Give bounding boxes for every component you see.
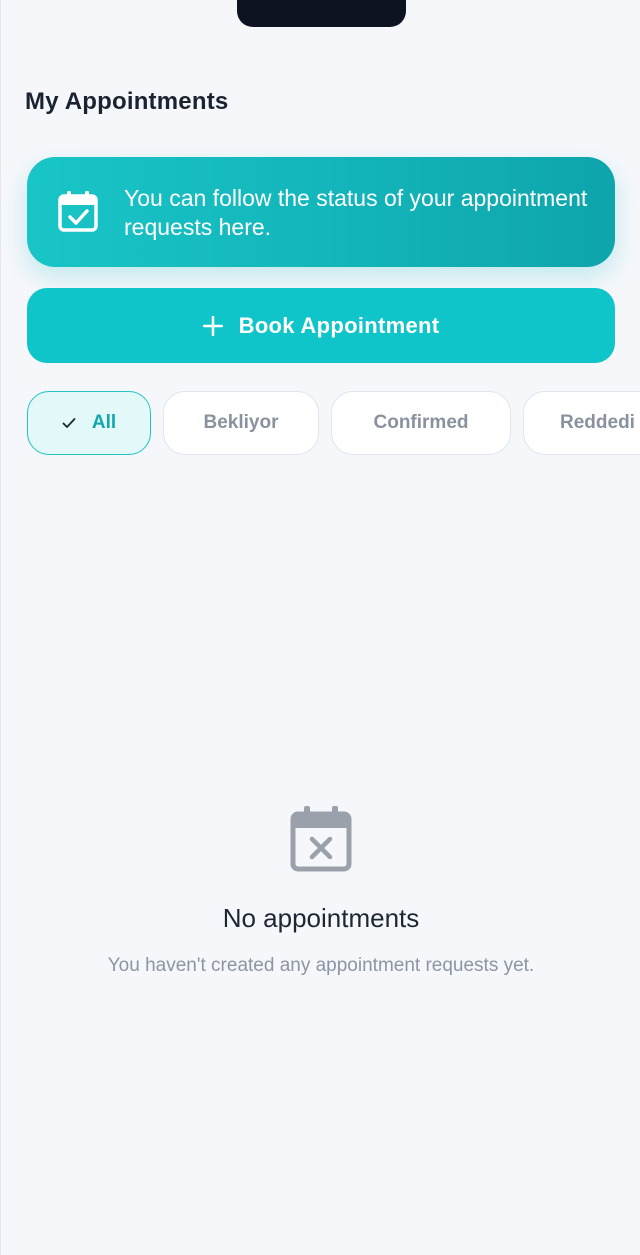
- calendar-x-icon: [290, 806, 352, 872]
- book-appointment-label: Book Appointment: [238, 312, 440, 338]
- filter-chip-label: All: [91, 412, 117, 433]
- filter-chip-reddedi[interactable]: Reddedi: [523, 391, 640, 455]
- info-banner: You can follow the status of your appoin…: [27, 157, 615, 267]
- filter-chip-label: Bekliyor: [203, 412, 279, 433]
- status-filter-bar: All Bekliyor Confirmed Reddedi: [27, 391, 640, 455]
- empty-state-subtitle: You haven't created any appointment requ…: [107, 955, 535, 976]
- plus-icon: [202, 315, 223, 336]
- filter-chip-label: Reddedi: [560, 412, 635, 433]
- filter-chip-confirmed[interactable]: Confirmed: [331, 391, 511, 455]
- filter-chip-bekliyor[interactable]: Bekliyor: [163, 391, 319, 455]
- check-icon: [62, 418, 76, 428]
- info-banner-text: You can follow the status of your appoin…: [124, 185, 588, 240]
- book-appointment-button[interactable]: Book Appointment: [27, 288, 615, 363]
- empty-state-title: No appointments: [222, 903, 420, 933]
- device-notch: [237, 0, 406, 27]
- page-title: My Appointments: [25, 88, 229, 115]
- app-screen: My Appointments You can follow the statu…: [0, 0, 640, 1255]
- filter-chip-label: Confirmed: [373, 412, 469, 433]
- calendar-check-icon: [58, 191, 98, 232]
- filter-chip-all[interactable]: All: [27, 391, 151, 455]
